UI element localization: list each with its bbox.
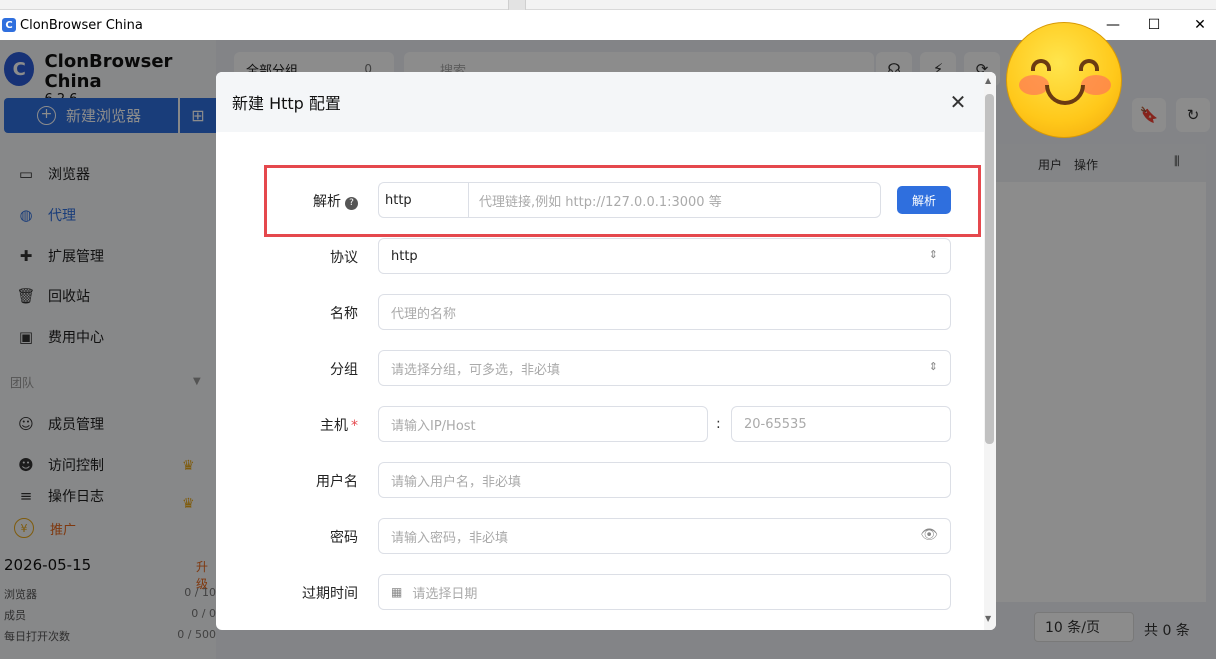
port-placeholder: 20-65535 [744, 416, 807, 432]
smiling-face-emoji-icon [1006, 22, 1122, 138]
username-placeholder: 请输入用户名，非必填 [391, 474, 522, 490]
expire-date-picker[interactable]: ▦ 请选择日期 [378, 574, 951, 610]
close-window-button[interactable]: ✕ [1177, 10, 1216, 40]
scroll-up-arrow-icon[interactable]: ▲ [985, 76, 991, 85]
host-label-text: 主机 [320, 418, 348, 434]
parse-label: 解析? [276, 191, 358, 211]
eye-icon[interactable]: 👁 [920, 527, 938, 543]
password-input[interactable]: 请输入密码，非必填 👁 [378, 518, 951, 554]
parse-button[interactable]: 解析 [897, 186, 951, 214]
protocol-label: 协议 [330, 250, 358, 266]
parse-link-placeholder: 代理链接,例如 http://127.0.0.1:3000 等 [479, 194, 722, 210]
host-label: 主机 * [276, 415, 358, 435]
required-asterisk: * [351, 418, 358, 434]
emoji-right-eye [1079, 59, 1099, 71]
http-config-modal: 新建 Http 配置 ✕ 解析? http 代理链接,例如 http://127… [216, 72, 996, 630]
modal-close-button[interactable]: ✕ [946, 90, 970, 114]
username-input[interactable]: 请输入用户名，非必填 [378, 462, 951, 498]
host-input[interactable]: 请输入IP/Host [378, 406, 708, 442]
protocol-value: http [391, 248, 418, 264]
host-port-separator: : [716, 416, 721, 432]
parse-label-text: 解析 [313, 194, 341, 210]
group-select[interactable]: 请选择分组，可多选，非必填 ⇕ [378, 350, 951, 386]
expire-placeholder: 请选择日期 [412, 586, 478, 602]
port-input[interactable]: 20-65535 [731, 406, 951, 442]
close-icon: ✕ [949, 90, 967, 114]
password-label: 密码 [330, 530, 358, 546]
modal-title: 新建 Http 配置 [232, 94, 341, 113]
background-window-strip [0, 0, 1216, 10]
name-placeholder: 代理的名称 [391, 306, 457, 322]
name-label: 名称 [330, 306, 358, 322]
app-logo-icon: C [2, 18, 16, 32]
parse-protocol-value: http [385, 192, 412, 208]
modal-header: 新建 Http 配置 [216, 72, 996, 132]
modal-scrollbar-thumb[interactable] [985, 94, 994, 444]
expire-label: 过期时间 [302, 586, 358, 602]
select-arrows-icon: ⇕ [928, 360, 938, 373]
host-placeholder: 请输入IP/Host [391, 418, 476, 434]
help-icon[interactable]: ? [345, 197, 358, 210]
protocol-select[interactable]: http ⇕ [378, 238, 951, 274]
emoji-right-cheek [1081, 75, 1111, 95]
group-placeholder: 请选择分组，可多选，非必填 [391, 362, 561, 378]
maximize-button[interactable]: ☐ [1131, 10, 1177, 40]
emoji-mouth [1045, 85, 1085, 105]
window-title: ClonBrowser China [20, 17, 143, 33]
password-placeholder: 请输入密码，非必填 [391, 530, 509, 546]
group-label: 分组 [330, 362, 358, 378]
emoji-left-eye [1031, 59, 1051, 71]
name-input[interactable]: 代理的名称 [378, 294, 951, 330]
parse-protocol-select[interactable]: http [378, 182, 469, 218]
scroll-down-arrow-icon[interactable]: ▼ [985, 614, 991, 623]
parse-link-input[interactable]: 代理链接,例如 http://127.0.0.1:3000 等 [468, 182, 881, 218]
username-label: 用户名 [316, 474, 358, 490]
background-window-segment [508, 0, 526, 10]
calendar-icon: ▦ [391, 585, 403, 599]
select-arrows-icon: ⇕ [928, 248, 938, 261]
